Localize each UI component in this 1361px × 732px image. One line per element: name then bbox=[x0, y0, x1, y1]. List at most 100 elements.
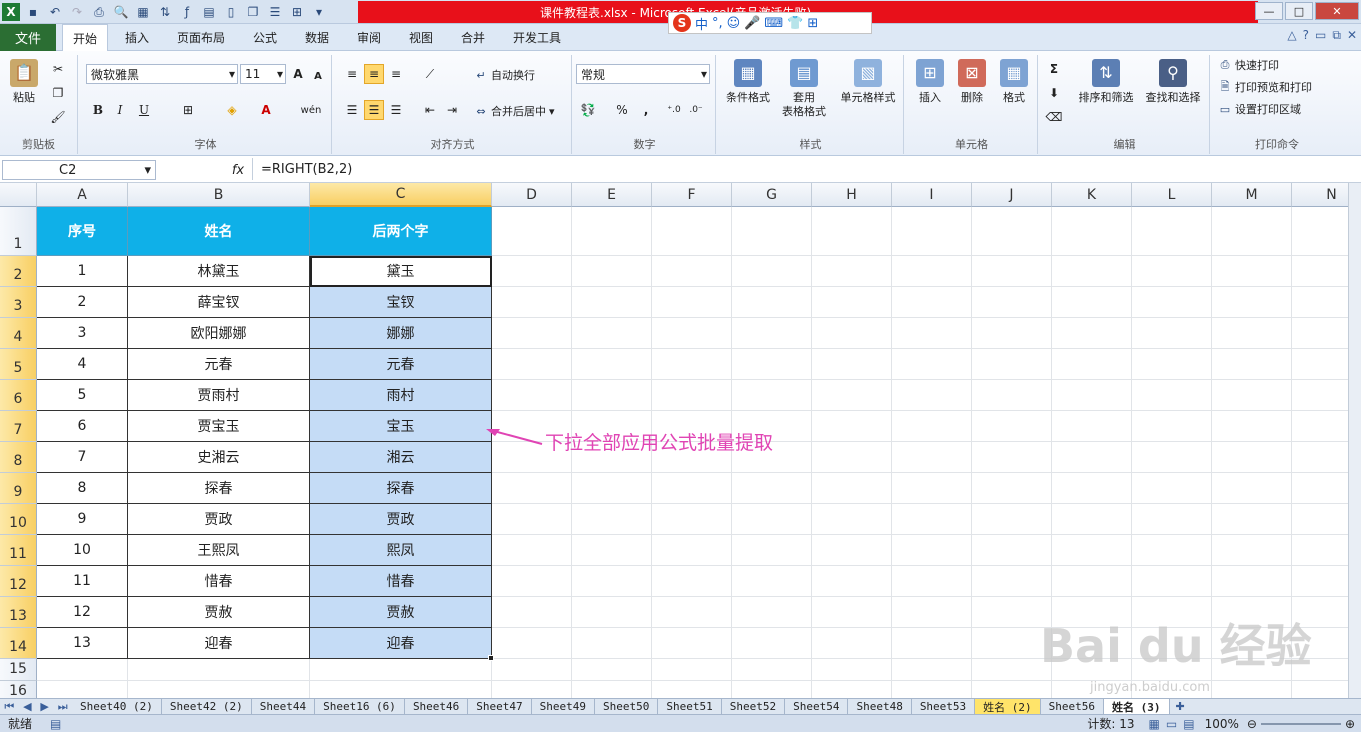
grid-cell[interactable] bbox=[652, 597, 732, 628]
grid-cell[interactable] bbox=[812, 597, 892, 628]
grid-cell[interactable] bbox=[37, 659, 128, 681]
font-name-select[interactable]: 微软雅黑 ▾ bbox=[86, 64, 238, 84]
grid-cell[interactable] bbox=[652, 659, 732, 681]
row-header[interactable]: 10 bbox=[0, 504, 37, 535]
row-header[interactable]: 7 bbox=[0, 411, 37, 442]
grid-cell[interactable] bbox=[812, 473, 892, 504]
tab-developer[interactable]: 开发工具 bbox=[504, 24, 570, 51]
grid-cell[interactable] bbox=[1212, 380, 1292, 411]
redo-icon[interactable]: ↷ bbox=[68, 3, 86, 21]
grid-cell[interactable] bbox=[732, 566, 812, 597]
table-cell[interactable]: 2 bbox=[37, 287, 128, 318]
grid-cell[interactable] bbox=[572, 207, 652, 256]
grid-cell[interactable] bbox=[972, 318, 1052, 349]
fill-icon[interactable]: ⬇ bbox=[1044, 83, 1064, 103]
zoom-out-icon[interactable]: ⊖ bbox=[1247, 717, 1257, 731]
table-cell[interactable]: 娜娜 bbox=[310, 318, 492, 349]
table-cell[interactable]: 7 bbox=[37, 442, 128, 473]
doc-minimize-icon[interactable]: ▭ bbox=[1315, 28, 1326, 43]
undo-icon[interactable]: ↶ bbox=[46, 3, 64, 21]
grid-cell[interactable] bbox=[652, 473, 732, 504]
grid-cell[interactable] bbox=[492, 349, 572, 380]
row-header[interactable]: 2 bbox=[0, 256, 37, 287]
grid-cell[interactable] bbox=[812, 380, 892, 411]
grid-cell[interactable] bbox=[812, 628, 892, 659]
column-header[interactable]: M bbox=[1212, 183, 1292, 207]
restore-button[interactable]: □ bbox=[1285, 2, 1313, 20]
grid-cell[interactable] bbox=[652, 318, 732, 349]
grid-cell[interactable] bbox=[492, 597, 572, 628]
grid-cell[interactable] bbox=[572, 681, 652, 698]
row-header[interactable]: 4 bbox=[0, 318, 37, 349]
font-shrink-button[interactable]: A bbox=[308, 66, 328, 86]
grid-cell[interactable] bbox=[892, 566, 972, 597]
column-header[interactable]: L bbox=[1132, 183, 1212, 207]
grid-cell[interactable] bbox=[732, 597, 812, 628]
copy-button-icon[interactable]: ❐ bbox=[48, 83, 68, 103]
sheet-tab[interactable]: Sheet16 (6) bbox=[315, 699, 405, 714]
print-icon[interactable]: ⎙ bbox=[90, 3, 108, 21]
macro-record-icon[interactable]: ▤ bbox=[50, 717, 61, 731]
bold-button[interactable]: B bbox=[88, 100, 108, 120]
table-header-cell[interactable]: 序号 bbox=[37, 207, 128, 256]
first-sheet-icon[interactable]: ⏮ bbox=[4, 700, 14, 714]
help-icon[interactable]: ? bbox=[1303, 28, 1309, 43]
sheet-tab[interactable]: Sheet44 bbox=[252, 699, 316, 714]
grid-cell[interactable] bbox=[652, 681, 732, 698]
phonetic-button[interactable]: wén bbox=[296, 100, 326, 120]
function-icon[interactable]: ƒ bbox=[178, 3, 196, 21]
save-icon[interactable]: ▪ bbox=[24, 3, 42, 21]
doc-restore-icon[interactable]: ⧉ bbox=[1332, 28, 1341, 43]
sheet-tab[interactable]: Sheet40 (2) bbox=[72, 699, 162, 714]
grid-cell[interactable] bbox=[652, 380, 732, 411]
grid-cell[interactable] bbox=[1212, 535, 1292, 566]
row-header[interactable]: 16 bbox=[0, 681, 37, 698]
table-cell[interactable]: 12 bbox=[37, 597, 128, 628]
column-header[interactable]: H bbox=[812, 183, 892, 207]
grid-cell[interactable] bbox=[1132, 318, 1212, 349]
grid-cell[interactable] bbox=[652, 349, 732, 380]
find-select-button[interactable]: ⚲ 查找和选择 bbox=[1140, 59, 1206, 105]
align-center-icon[interactable]: ☰ bbox=[364, 100, 384, 120]
grid-cell[interactable] bbox=[892, 287, 972, 318]
grid-cell[interactable] bbox=[572, 287, 652, 318]
grid-cell[interactable] bbox=[572, 473, 652, 504]
grid-cell[interactable] bbox=[310, 681, 492, 698]
table-cell[interactable]: 湘云 bbox=[310, 442, 492, 473]
grid-cell[interactable] bbox=[732, 504, 812, 535]
tab-page-layout[interactable]: 页面布局 bbox=[170, 24, 232, 51]
zoom-slider[interactable] bbox=[1260, 722, 1341, 725]
grid-cell[interactable] bbox=[892, 349, 972, 380]
table-cell[interactable]: 宝玉 bbox=[310, 411, 492, 442]
sheet-tab[interactable]: Sheet50 bbox=[595, 699, 659, 714]
grid-icon[interactable]: ⊞ bbox=[288, 3, 306, 21]
cell-styles-button[interactable]: ▧ 单元格样式 bbox=[832, 59, 904, 105]
mic-icon[interactable]: 🎤 bbox=[744, 16, 760, 31]
sheet-tab[interactable]: Sheet48 bbox=[848, 699, 912, 714]
row-header[interactable]: 9 bbox=[0, 473, 37, 504]
row-header[interactable]: 15 bbox=[0, 659, 37, 681]
merge-center-button[interactable]: ⇔ 合并后居中 ▾ bbox=[474, 103, 554, 119]
grid-cell[interactable] bbox=[892, 442, 972, 473]
currency-icon[interactable]: 💱 bbox=[578, 100, 598, 120]
grid-cell[interactable] bbox=[892, 380, 972, 411]
minimize-button[interactable]: — bbox=[1255, 2, 1283, 20]
grid-cell[interactable] bbox=[892, 256, 972, 287]
grid-cell[interactable] bbox=[652, 504, 732, 535]
table-cell[interactable]: 欧阳娜娜 bbox=[128, 318, 310, 349]
tab-data[interactable]: 数据 bbox=[296, 24, 338, 51]
sheet-tab[interactable]: Sheet56 bbox=[1041, 699, 1105, 714]
grid-cell[interactable] bbox=[1132, 287, 1212, 318]
grid-cell[interactable] bbox=[892, 597, 972, 628]
sheet-tab[interactable]: Sheet49 bbox=[532, 699, 596, 714]
grid-cell[interactable] bbox=[892, 318, 972, 349]
paste-button[interactable]: 📋 粘贴 bbox=[6, 59, 42, 105]
apps-icon[interactable]: ⊞ bbox=[807, 16, 818, 31]
grid-cell[interactable] bbox=[1052, 504, 1132, 535]
align-middle-icon[interactable]: ≡ bbox=[364, 64, 384, 84]
grid-cell[interactable] bbox=[1132, 504, 1212, 535]
table-cell[interactable]: 贾政 bbox=[310, 504, 492, 535]
grid-cell[interactable] bbox=[492, 535, 572, 566]
close-button[interactable]: ✕ bbox=[1315, 2, 1359, 20]
grid-cell[interactable] bbox=[492, 566, 572, 597]
